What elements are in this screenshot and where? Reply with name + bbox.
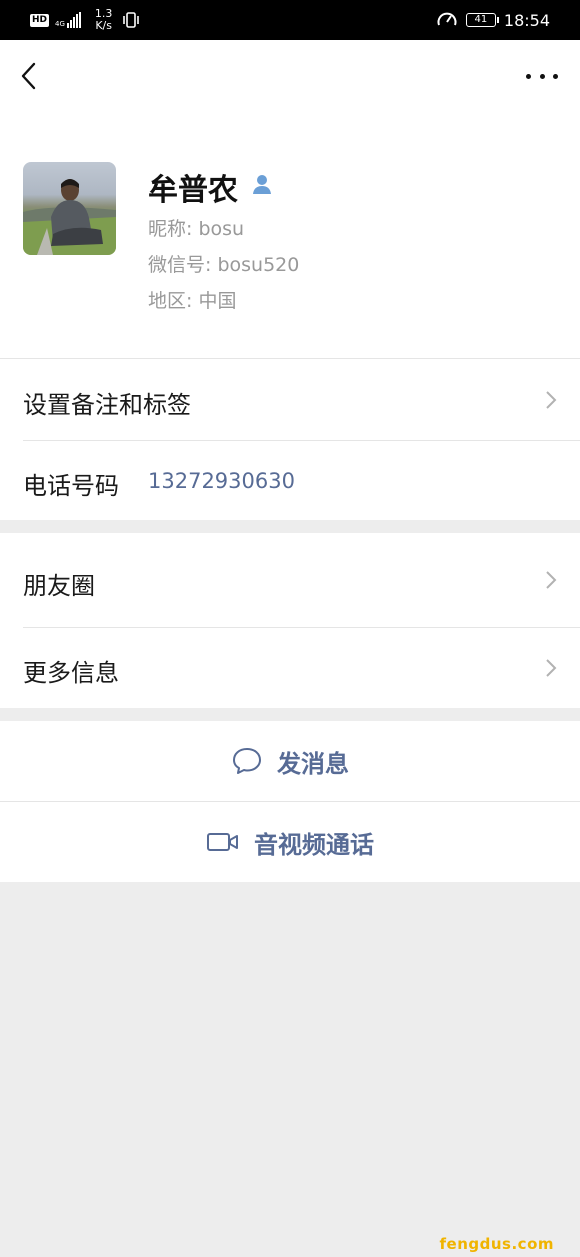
moments-label: 朋友圈 <box>23 572 95 600</box>
phone-row[interactable]: 电话号码 13272930630 <box>0 441 580 521</box>
avatar-photo-icon <box>23 179 116 255</box>
status-bar: HD 4G 1.3 K/s 41 18:54 <box>0 0 580 40</box>
remark-tags-row[interactable]: 设置备注和标签 <box>0 359 580 440</box>
social-group: 朋友圈 更多信息 <box>0 533 580 708</box>
avatar[interactable] <box>23 162 116 255</box>
wechat-id: 微信号: bosu520 <box>148 254 300 276</box>
av-call-button[interactable]: 音视频通话 <box>0 802 580 882</box>
speed-unit: K/s <box>95 19 112 32</box>
back-icon[interactable] <box>16 60 42 92</box>
send-message-label: 发消息 <box>277 749 349 778</box>
profile-card: 牟普农 昵称: bosu 微信号: bosu520 地区: 中国 <box>0 40 580 358</box>
info-group: 设置备注和标签 电话号码 13272930630 <box>0 358 580 520</box>
av-call-label: 音视频通话 <box>254 830 374 859</box>
chat-bubble-icon <box>233 748 261 774</box>
phone-label: 电话号码 <box>23 472 119 500</box>
send-message-button[interactable]: 发消息 <box>0 721 580 801</box>
phone-number[interactable]: 13272930630 <box>148 469 295 493</box>
display-name: 牟普农 <box>148 173 238 208</box>
status-right: 41 18:54 <box>436 6 550 34</box>
region: 地区: 中国 <box>148 290 237 312</box>
speedometer-icon <box>437 12 457 26</box>
chevron-right-icon <box>546 391 557 409</box>
video-camera-icon <box>207 833 238 851</box>
more-options-icon[interactable] <box>526 64 558 88</box>
watermark: fengdus.com <box>439 1235 554 1253</box>
network-speed: 1.3 K/s <box>95 8 113 32</box>
chevron-right-icon <box>546 571 557 589</box>
hd-badge: HD <box>30 13 50 27</box>
chevron-right-icon <box>546 659 557 677</box>
moments-row[interactable]: 朋友圈 <box>0 533 580 627</box>
more-info-label: 更多信息 <box>23 659 119 687</box>
vibrate-icon <box>123 12 140 28</box>
signal-icon: 4G <box>55 12 81 28</box>
network-gen: 4G <box>55 20 65 28</box>
status-left: HD 4G 1.3 K/s <box>30 6 140 34</box>
contact-person-icon <box>253 175 271 194</box>
nickname: 昵称: bosu <box>148 218 245 240</box>
clock: 18:54 <box>503 10 550 30</box>
battery-icon: 41 <box>465 13 499 27</box>
more-info-row[interactable]: 更多信息 <box>0 628 580 708</box>
remark-tags-label: 设置备注和标签 <box>23 391 191 419</box>
